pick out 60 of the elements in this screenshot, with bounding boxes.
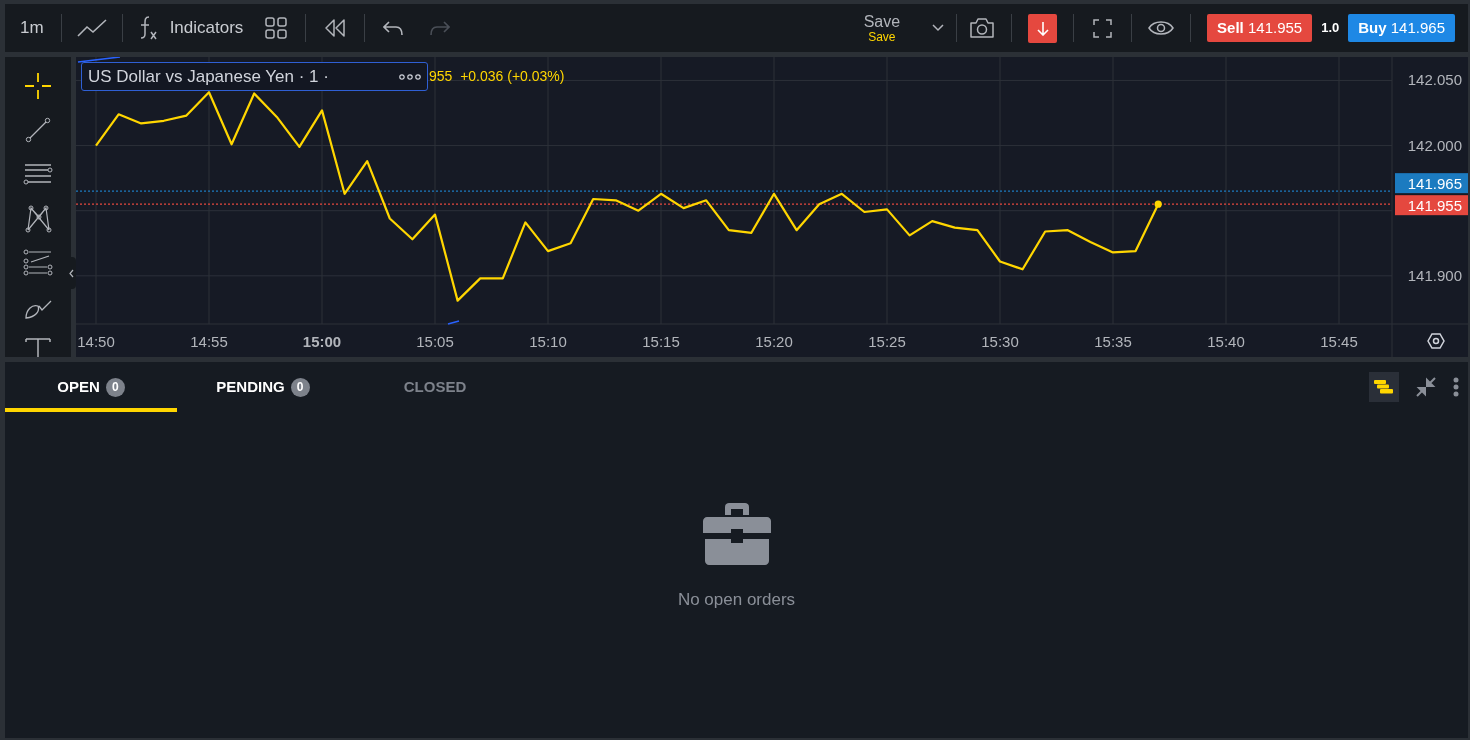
symbol-title: US Dollar vs Japanese Yen · 1 ·: [88, 65, 329, 88]
axis-label: 15:25: [868, 333, 906, 350]
orders-tab[interactable]: PENDING 0: [177, 362, 349, 412]
buy-button[interactable]: Buy 141.965: [1348, 14, 1455, 42]
last-price-dot: [1154, 200, 1162, 208]
sell-button[interactable]: Sell 141.955: [1207, 14, 1313, 42]
indicators-button[interactable]: Indicators: [137, 15, 244, 41]
trend-line-icon[interactable]: [23, 115, 53, 145]
crosshair-icon[interactable]: [23, 71, 53, 101]
axis-label: 15:20: [755, 333, 793, 350]
layout-toggle-button[interactable]: [1369, 372, 1399, 402]
orders-tab[interactable]: OPEN 0: [5, 362, 177, 412]
stack-icon: [1374, 380, 1394, 394]
count-badge: 0: [105, 377, 125, 397]
axis-label: 15:15: [642, 333, 680, 350]
settings-icon[interactable]: [1427, 333, 1445, 349]
axis-label: 15:10: [529, 333, 567, 350]
price-tag: 141.955: [1395, 195, 1468, 216]
text-tool-icon[interactable]: [23, 335, 53, 357]
price-tag: 141.965: [1395, 173, 1468, 194]
collapse-toolbar-handle[interactable]: [66, 257, 76, 289]
pattern-icon[interactable]: [23, 203, 53, 233]
ref-line-label: 141.955: [1407, 196, 1462, 214]
fullscreen-icon[interactable]: [1093, 18, 1113, 38]
eye-icon[interactable]: [1148, 20, 1175, 36]
axis-label: 142.050: [1407, 71, 1462, 89]
camera-icon[interactable]: [969, 17, 996, 39]
save-button[interactable]: Save Save: [863, 13, 901, 43]
axis-label: 15:05: [416, 333, 454, 350]
grid-icon[interactable]: [265, 17, 288, 39]
down-arrow-button[interactable]: [1028, 13, 1058, 43]
down-arrow-icon: [1036, 20, 1049, 36]
axis-label: 15:35: [1094, 333, 1132, 350]
briefcase-icon: [702, 503, 771, 566]
minimize-icon[interactable]: [1416, 377, 1436, 397]
interval-button[interactable]: 1m: [18, 15, 46, 41]
rewind-icon[interactable]: [324, 18, 347, 38]
axis-label: 15:40: [1207, 333, 1245, 350]
trend-line-drawing[interactable]: [447, 320, 460, 325]
axis-label: 14:55: [190, 333, 228, 350]
symbol-legend[interactable]: US Dollar vs Japanese Yen · 1 ·: [81, 62, 428, 91]
chevron-down-icon[interactable]: [932, 24, 945, 32]
axis-label: 15:30: [981, 333, 1019, 350]
more-vertical-icon[interactable]: [1453, 377, 1459, 397]
undo-icon[interactable]: [383, 20, 404, 36]
empty-state-message: No open orders: [677, 589, 796, 612]
chevron-left-icon: [68, 268, 74, 278]
axis-label: 15:00: [302, 333, 342, 350]
trend-line-drawing[interactable]: [77, 57, 121, 63]
more-icon[interactable]: [399, 73, 421, 80]
line-chart-icon[interactable]: [76, 18, 107, 38]
quantity-label: 1.0: [1321, 19, 1340, 38]
count-badge: 0: [290, 377, 310, 397]
fib-levels-icon[interactable]: [23, 247, 53, 277]
axis-label: 142.000: [1407, 136, 1462, 154]
axis-label: 15:45: [1320, 333, 1358, 350]
axis-label: 141.900: [1407, 266, 1462, 284]
ref-line-label: 141.965: [1407, 174, 1462, 192]
axis-label: 14:50: [77, 333, 115, 350]
price-change-text: 955 +0.036 (+0.03%): [429, 67, 565, 86]
